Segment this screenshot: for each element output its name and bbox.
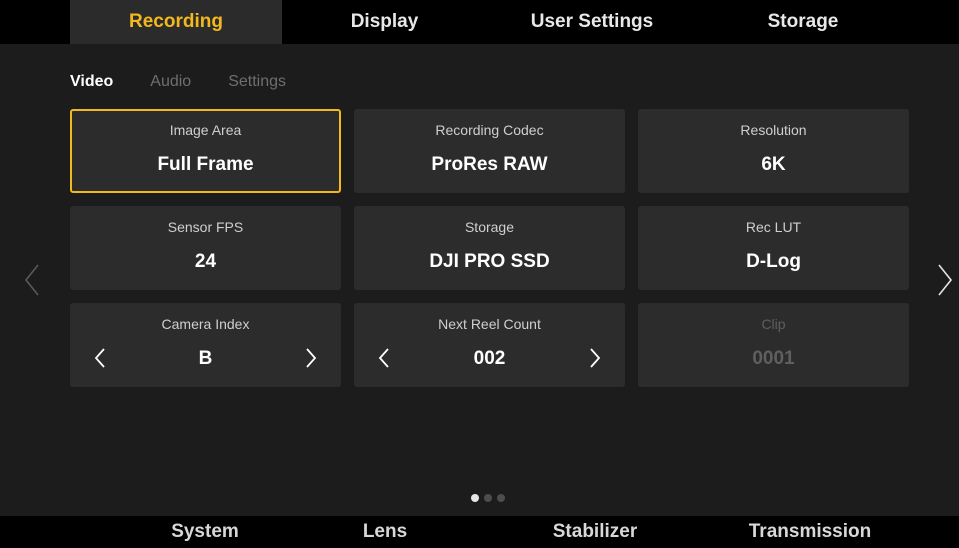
tile-value: Full Frame bbox=[157, 154, 254, 175]
tab-stabilizer[interactable]: Stabilizer bbox=[520, 516, 670, 548]
page-dot[interactable] bbox=[484, 494, 492, 502]
tile-label: Resolution bbox=[740, 122, 807, 138]
tile-label: Storage bbox=[464, 219, 515, 235]
tile-next-reel-count: Next Reel Count 002 bbox=[354, 303, 625, 387]
tile-image-area[interactable]: Image Area Full Frame bbox=[70, 109, 341, 193]
tile-label: Image Area bbox=[169, 122, 242, 138]
page-dot[interactable] bbox=[471, 494, 479, 502]
tile-sensor-fps[interactable]: Sensor FPS 24 bbox=[70, 206, 341, 290]
tab-transmission[interactable]: Transmission bbox=[720, 516, 900, 548]
tab-recording[interactable]: Recording bbox=[70, 0, 282, 44]
chevron-right-icon bbox=[590, 348, 601, 368]
tile-rec-lut[interactable]: Rec LUT D-Log bbox=[638, 206, 909, 290]
tile-value: 6K bbox=[761, 154, 786, 175]
subtab-audio[interactable]: Audio bbox=[150, 73, 191, 97]
tab-display[interactable]: Display bbox=[282, 0, 487, 44]
tile-clip: Clip 0001 bbox=[638, 303, 909, 387]
tile-storage[interactable]: Storage DJI PRO SSD bbox=[354, 206, 625, 290]
subtab-video[interactable]: Video bbox=[70, 73, 113, 97]
tab-storage[interactable]: Storage bbox=[697, 0, 909, 44]
tab-lens[interactable]: Lens bbox=[330, 516, 440, 548]
top-tab-bar: Recording Display User Settings Storage bbox=[0, 0, 959, 44]
tile-value: DJI PRO SSD bbox=[429, 251, 550, 272]
tile-label: Rec LUT bbox=[745, 219, 802, 235]
sub-tab-bar: Video Audio Settings bbox=[70, 73, 323, 97]
previous-page-button[interactable] bbox=[20, 258, 44, 302]
tab-user-settings[interactable]: User Settings bbox=[487, 0, 697, 44]
tile-resolution[interactable]: Resolution 6K bbox=[638, 109, 909, 193]
tile-recording-codec[interactable]: Recording Codec ProRes RAW bbox=[354, 109, 625, 193]
subtab-settings[interactable]: Settings bbox=[228, 73, 286, 97]
tile-label: Sensor FPS bbox=[167, 219, 244, 235]
recording-settings-screen: Recording Display User Settings Storage … bbox=[0, 0, 959, 548]
tab-system[interactable]: System bbox=[130, 516, 280, 548]
tile-value: ProRes RAW bbox=[431, 154, 548, 175]
tile-label: Camera Index bbox=[161, 316, 250, 332]
chevron-right-icon bbox=[306, 348, 317, 368]
tile-value: 0001 bbox=[752, 348, 795, 369]
tile-camera-index: Camera Index B bbox=[70, 303, 341, 387]
tile-label: Recording Codec bbox=[435, 122, 544, 138]
tile-label: Clip bbox=[761, 316, 786, 332]
next-page-button[interactable] bbox=[933, 258, 957, 302]
page-indicator bbox=[471, 494, 510, 502]
reel-count-increment-button[interactable] bbox=[580, 341, 610, 375]
chevron-left-icon bbox=[24, 264, 39, 296]
tile-label: Next Reel Count bbox=[438, 316, 541, 332]
tile-value: D-Log bbox=[746, 251, 801, 272]
bottom-tab-bar: System Lens Stabilizer Transmission bbox=[0, 516, 959, 548]
chevron-right-icon bbox=[938, 264, 953, 296]
tile-value: 24 bbox=[194, 251, 217, 272]
camera-index-increment-button[interactable] bbox=[296, 341, 326, 375]
page-dot[interactable] bbox=[497, 494, 505, 502]
